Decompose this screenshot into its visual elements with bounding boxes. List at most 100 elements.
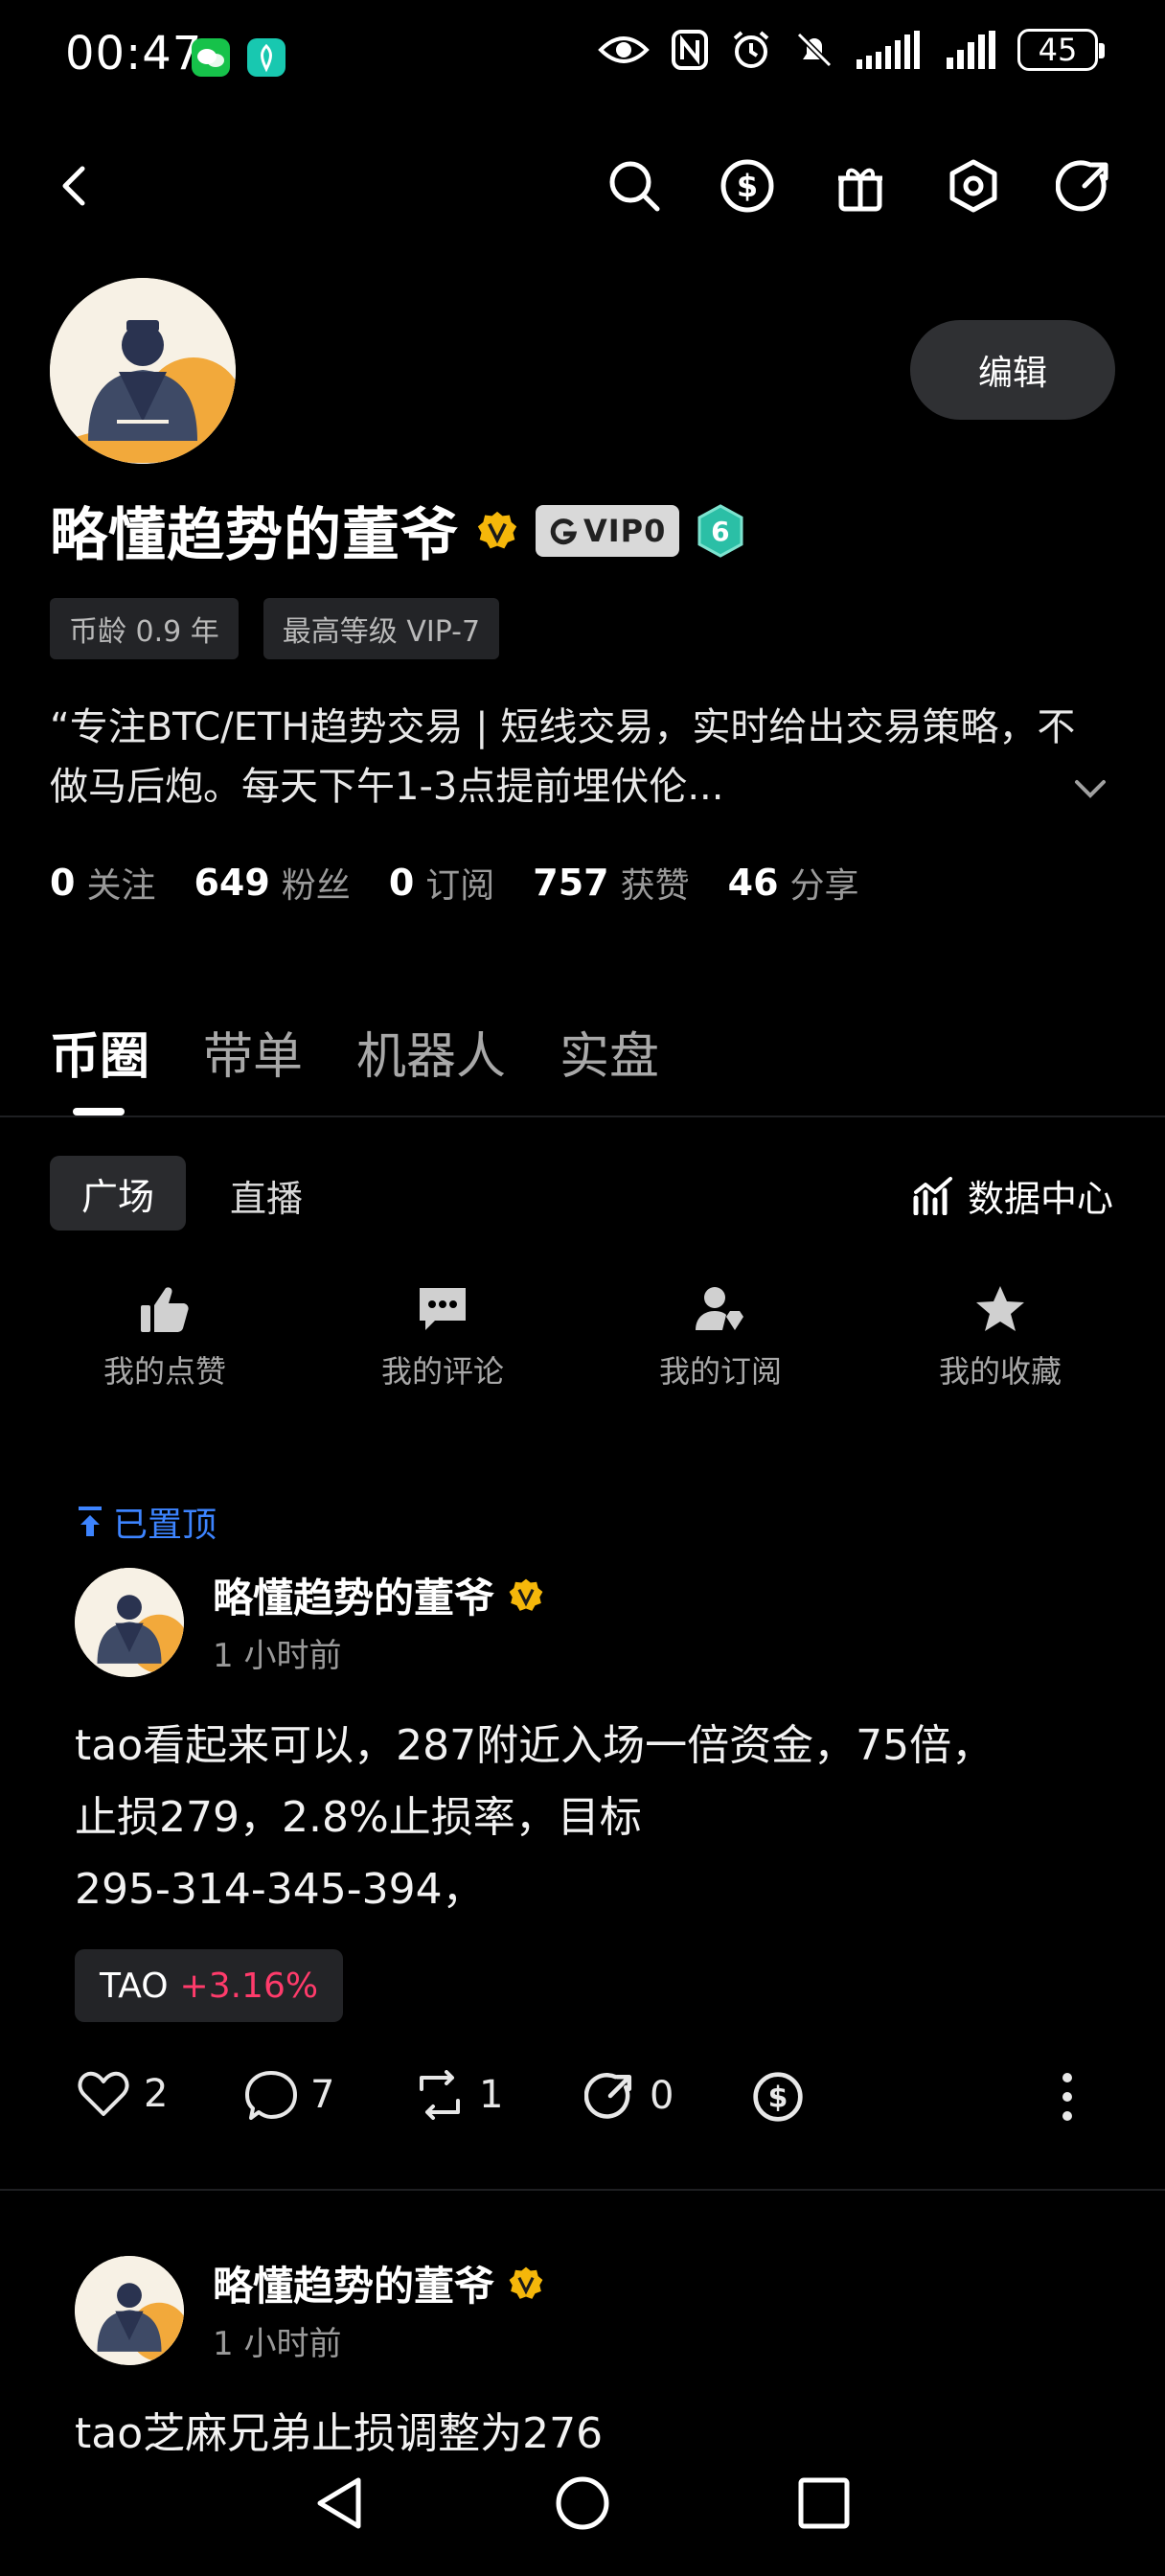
level-badge: 6 xyxy=(697,503,744,558)
data-center-label: 数据中心 xyxy=(967,1178,1113,1220)
pinned-label: 已置顶 xyxy=(113,1506,217,1545)
post-body-line: tao看起来可以，287附近入场一倍资金，75倍， xyxy=(75,1721,994,1770)
dollar-coin-icon: $ xyxy=(753,2072,803,2122)
status-time: 00:47 xyxy=(65,27,203,80)
repost-count: 1 xyxy=(479,2073,504,2117)
stat-followers[interactable]: 649 粉丝 xyxy=(194,858,350,908)
repost-button[interactable]: 1 xyxy=(414,2070,503,2120)
settings-hexagon-icon[interactable] xyxy=(943,155,1004,217)
post-actions: 2 7 1 0 $ xyxy=(77,2062,1092,2129)
tab-live-trading[interactable]: 实盘 xyxy=(560,1016,659,1088)
post-author-name[interactable]: 略懂趋势的董爷 xyxy=(213,1566,494,1624)
post-author-name[interactable]: 略懂趋势的董爷 xyxy=(213,2254,494,2312)
subtab-square[interactable]: 广场 xyxy=(50,1156,186,1230)
system-navigation-bar xyxy=(0,2453,1165,2576)
signal-2-icon xyxy=(947,31,996,69)
post-body-line: 止损279，2.8%止损率，目标 xyxy=(75,1793,642,1842)
tab-bots[interactable]: 机器人 xyxy=(356,1016,506,1088)
vip-badge[interactable]: VIP0 xyxy=(536,504,680,557)
my-subscriptions-button[interactable]: 我的订阅 xyxy=(625,1284,816,1392)
post-body[interactable]: tao看起来可以，287附近入场一倍资金，75倍， 止损279，2.8%止损率，… xyxy=(75,1710,1090,1925)
share-post-button[interactable]: 0 xyxy=(584,2070,674,2122)
back-triangle-icon[interactable] xyxy=(312,2474,366,2532)
coin-tag[interactable]: TAO +3.16% xyxy=(75,1949,344,2022)
search-icon[interactable] xyxy=(604,155,665,217)
gift-icon[interactable] xyxy=(830,155,891,217)
star-icon xyxy=(976,1286,1024,1331)
post-time: 1 小时前 xyxy=(213,2325,342,2363)
my-favorites-label: 我的收藏 xyxy=(938,1353,1062,1390)
stat-likes[interactable]: 757 获赞 xyxy=(533,858,689,908)
profile-bio[interactable]: “专注BTC/ETH趋势交易 | 短线交易，实时给出交易策略，不做马后炮。每天下… xyxy=(50,698,1085,816)
account-age-tag: 币龄 0.9 年 xyxy=(50,598,239,659)
eye-icon xyxy=(598,31,650,69)
more-options-button[interactable] xyxy=(1060,2070,1075,2124)
my-subscriptions-label: 我的订阅 xyxy=(658,1353,782,1390)
recents-square-icon[interactable] xyxy=(797,2476,851,2530)
stat-subscriptions[interactable]: 0 订阅 xyxy=(389,858,494,908)
chevron-down-icon[interactable] xyxy=(1071,774,1109,801)
chart-icon xyxy=(913,1176,952,1215)
heart-icon xyxy=(78,2071,129,2116)
verified-badge-icon xyxy=(509,1578,543,1611)
post-author-avatar[interactable] xyxy=(75,2256,184,2365)
profile-name: 略懂趋势的董爷 xyxy=(50,502,459,569)
verified-badge-icon xyxy=(509,2266,543,2299)
my-likes-label: 我的点赞 xyxy=(103,1353,226,1390)
home-circle-icon[interactable] xyxy=(554,2474,611,2532)
post-author-row: 略懂趋势的董爷 xyxy=(213,2254,544,2312)
verified-badge-icon xyxy=(476,510,518,552)
post-author-row: 略懂趋势的董爷 xyxy=(213,1566,544,1624)
tab-crypto-circle[interactable]: 币圈 xyxy=(50,1016,149,1088)
vip-logo-icon xyxy=(550,518,578,544)
dollar-coin-icon[interactable]: $ xyxy=(717,155,778,217)
active-tab-indicator xyxy=(73,1108,125,1116)
stat-shares[interactable]: 46 分享 xyxy=(728,858,859,908)
comment-icon xyxy=(420,1288,466,1330)
like-button[interactable]: 2 xyxy=(77,2070,168,2118)
svg-text:$: $ xyxy=(768,2081,788,2114)
my-favorites-button[interactable]: 我的收藏 xyxy=(904,1284,1096,1392)
main-tabs: 币圈 带单 机器人 实盘 xyxy=(50,1016,659,1088)
repost-icon xyxy=(420,2070,460,2120)
comment-bubble-icon xyxy=(245,2071,297,2120)
my-comments-button[interactable]: 我的评论 xyxy=(347,1284,538,1392)
battery-icon: 45 xyxy=(1017,29,1105,71)
back-icon[interactable] xyxy=(44,155,105,217)
share-icon[interactable] xyxy=(1054,155,1115,217)
alarm-icon xyxy=(730,29,772,71)
svg-text:$: $ xyxy=(737,168,758,204)
tabs-divider xyxy=(0,1116,1165,1117)
status-icons: 45 xyxy=(598,29,1105,71)
my-comments-label: 我的评论 xyxy=(380,1353,504,1390)
like-count: 2 xyxy=(144,2072,169,2116)
app-notification-icon xyxy=(247,38,286,77)
comment-button[interactable]: 7 xyxy=(245,2070,334,2120)
mute-bell-icon xyxy=(793,29,835,71)
top-navigation: $ xyxy=(0,144,1165,230)
user-diamond-icon xyxy=(696,1287,743,1330)
stat-following[interactable]: 0 关注 xyxy=(50,858,155,908)
pin-top-icon xyxy=(79,1506,102,1536)
edit-profile-button[interactable]: 编辑 xyxy=(910,320,1115,420)
coin-symbol: TAO xyxy=(100,1966,169,2006)
data-center-link[interactable]: 数据中心 xyxy=(912,1169,1113,1222)
post-author-avatar[interactable] xyxy=(75,1568,184,1677)
pinned-indicator: 已置顶 xyxy=(77,1497,217,1547)
signal-icon xyxy=(857,31,925,69)
level-number: 6 xyxy=(711,516,731,547)
thumbs-up-icon xyxy=(141,1287,189,1332)
avatar[interactable] xyxy=(50,278,236,464)
tab-copy-trading[interactable]: 带单 xyxy=(203,1016,303,1088)
more-vertical-icon xyxy=(1062,2073,1072,2121)
coin-change: +3.16% xyxy=(179,1966,319,2006)
vip-label: VIP0 xyxy=(583,512,667,549)
post-time: 1 小时前 xyxy=(213,1637,342,1675)
profile-stats: 0 关注 649 粉丝 0 订阅 757 获赞 46 分享 xyxy=(50,858,859,908)
subtab-live[interactable]: 直播 xyxy=(230,1169,303,1222)
status-bar: 00:47 45 xyxy=(0,0,1165,115)
tip-button[interactable]: $ xyxy=(751,2070,805,2124)
post-separator xyxy=(0,2189,1165,2191)
profile-tags: 币龄 0.9 年 最高等级 VIP-7 xyxy=(50,598,500,659)
my-likes-button[interactable]: 我的点赞 xyxy=(69,1284,261,1392)
